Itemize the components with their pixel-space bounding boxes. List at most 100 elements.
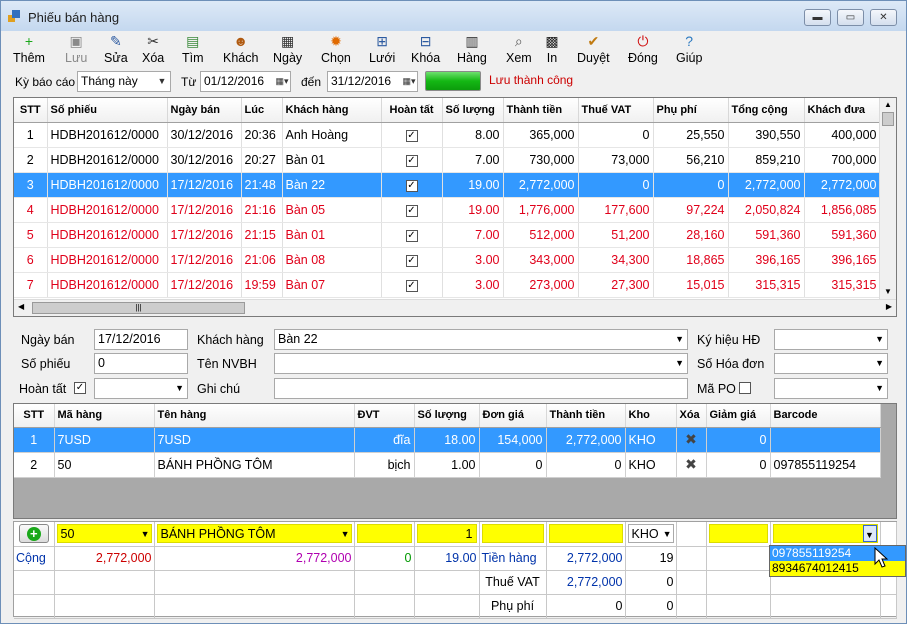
detail-column-header[interactable]: Giảm giá xyxy=(706,404,771,428)
invoice-form: Ngày bán 17/12/2016 Khách hàng Bàn 22 ▼ K… xyxy=(11,321,897,399)
period-select[interactable]: Tháng này ▼ xyxy=(77,71,171,92)
hoan-tat-cell: ✓ xyxy=(381,172,443,198)
toolbar-button-15[interactable]: ⏻ Đóng xyxy=(628,33,658,65)
ghi-chu-field[interactable] xyxy=(274,378,688,399)
so-hoa-don-select[interactable]: ▼ xyxy=(774,353,888,374)
scroll-thumb[interactable]: ||| xyxy=(32,302,245,314)
hoan-tat-select[interactable]: ▼ xyxy=(94,378,188,399)
detail-row[interactable]: 2 50 BÁNH PHỒNG TÔM bịch 1.00 0 0 KHO ✖ 0 09785511… xyxy=(14,452,881,478)
hoan-tat-checkbox[interactable]: ✓ xyxy=(405,205,418,217)
invoice-column-header[interactable]: Ngày bán xyxy=(167,98,242,123)
toolbar-button-16[interactable]: ? Giúp xyxy=(676,33,702,65)
detail-column-header[interactable]: Thành tiền xyxy=(546,404,626,428)
entry-ma-hang-select[interactable]: 50 ▼ xyxy=(56,524,152,544)
toolbar-button-label: Duyệt xyxy=(577,51,610,65)
chevron-down-icon[interactable]: ▼ xyxy=(862,525,877,543)
toolbar-button-14[interactable]: ✔ Duyệt xyxy=(577,33,610,65)
toolbar-button-7[interactable]: ▦ Ngày xyxy=(273,33,302,65)
add-line-button[interactable]: + xyxy=(18,524,49,544)
toolbar-button-4[interactable]: ✂ Xóa xyxy=(142,33,164,65)
invoice-row[interactable]: 1 HDBH201612/0000 30/12/2016 20:36 Anh Hoàng… xyxy=(14,122,881,148)
detail-column-header[interactable]: Xóa xyxy=(676,404,707,428)
invoice-cell-tong: 315,315 xyxy=(728,272,805,298)
detail-grid[interactable]: STT Mã hàng Tên hàng ĐVT Số lượng Đơn giá Thàn… xyxy=(13,403,897,519)
hoan-tat-checkbox[interactable]: ✓ xyxy=(405,130,418,142)
ngay-ban-field[interactable]: 17/12/2016 xyxy=(94,329,188,350)
invoice-column-header[interactable]: Số lượng xyxy=(442,98,504,123)
invoice-horizontal-scrollbar[interactable]: ◀ ||| ▶ xyxy=(14,299,896,316)
detail-column-header[interactable]: STT xyxy=(14,404,55,428)
close-button[interactable]: ✕ xyxy=(870,9,897,26)
delete-icon[interactable]: ✖ xyxy=(685,431,697,447)
invoice-row[interactable]: 2 HDBH201612/0000 30/12/2016 20:27 Bàn 01 ✓ 7.… xyxy=(14,147,881,173)
entry-giam-gia-field[interactable] xyxy=(708,524,768,544)
toolbar-button-3[interactable]: ✎ Sửa xyxy=(104,33,128,65)
detail-column-header[interactable]: Tên hàng xyxy=(154,404,355,428)
invoice-column-header[interactable]: Số phiếu xyxy=(47,98,168,123)
entry-kho-select[interactable]: KHO ▼ xyxy=(627,524,674,544)
invoice-column-header[interactable]: STT xyxy=(14,98,48,123)
toolbar-button-13[interactable]: ▩ In xyxy=(543,33,561,65)
invoice-row[interactable]: 6 HDBH201612/0000 17/12/2016 21:06 Bàn 08 ✓ 3.… xyxy=(14,247,881,273)
delete-icon[interactable]: ✖ xyxy=(685,456,697,472)
detail-row[interactable]: 1 7USD 7USD đĩa 18.00 154,000 2,772,000 KHO ✖ 0 xyxy=(14,427,881,453)
invoice-row[interactable]: 3 HDBH201612/0000 17/12/2016 21:48 Bàn 22 ✓ 19… xyxy=(14,172,881,198)
hoan-tat-checkbox[interactable]: ✓ xyxy=(405,280,418,292)
ma-po-checkbox[interactable] xyxy=(739,382,751,394)
toolbar-button-9[interactable]: ⊞ Lưới xyxy=(369,33,395,65)
to-label: đến xyxy=(301,75,322,89)
invoice-row[interactable]: 5 HDBH201612/0000 17/12/2016 21:15 Bàn 01 ✓ 7.… xyxy=(14,222,881,248)
entry-thanh-tien-field[interactable] xyxy=(548,524,623,544)
entry-dvt-field[interactable] xyxy=(356,524,412,544)
hoan-tat-checkbox[interactable]: ✓ xyxy=(405,155,418,167)
invoice-column-header[interactable]: Thuế VAT xyxy=(578,98,654,123)
to-date-picker[interactable]: 31/12/2016 ▦▾ xyxy=(327,71,418,92)
invoice-cell-khach-dua: 315,315 xyxy=(804,272,881,298)
invoice-vertical-scrollbar[interactable]: ▲ ▼ xyxy=(879,98,896,299)
invoice-column-header[interactable]: Khách đưa xyxy=(804,98,881,123)
entry-so-luong-field[interactable]: 1 xyxy=(416,524,477,544)
toolbar-button-5[interactable]: ▤ Tìm xyxy=(182,33,204,65)
toolbar-button-8[interactable]: ✹ Chọn xyxy=(321,33,351,65)
invoice-cell-so-phieu: HDBH201612/0000 xyxy=(47,247,168,273)
invoice-column-header[interactable]: Lúc xyxy=(241,98,283,123)
detail-column-header[interactable]: Số lượng xyxy=(414,404,480,428)
tien-hang-amount: 2,772,000 xyxy=(546,546,626,571)
ma-po-select[interactable]: ▼ xyxy=(774,378,888,399)
invoice-column-header[interactable]: Hoàn tất xyxy=(381,98,443,123)
detail-column-header[interactable]: Kho xyxy=(625,404,677,428)
detail-column-header[interactable]: Barcode xyxy=(770,404,881,428)
invoice-grid[interactable]: STT Số phiếu Ngày bán Lúc Khách hàng Hoàn tất… xyxy=(13,97,897,317)
invoice-column-header[interactable]: Thành tiền xyxy=(503,98,579,123)
khach-hang-select[interactable]: Bàn 22 ▼ xyxy=(274,329,688,350)
from-date-picker[interactable]: 01/12/2016 ▦▾ xyxy=(200,71,291,92)
detail-column-header[interactable]: ĐVT xyxy=(354,404,415,428)
toolbar-button-6[interactable]: ☻ Khách xyxy=(223,33,258,65)
so-phieu-field[interactable]: 0 xyxy=(94,353,188,374)
toolbar-button-12[interactable]: ⌕ Xem xyxy=(506,33,532,65)
ky-hieu-select[interactable]: ▼ xyxy=(774,329,888,350)
invoice-column-header[interactable]: Tổng cộng xyxy=(728,98,805,123)
entry-don-gia-field[interactable] xyxy=(481,524,544,544)
maximize-button[interactable]: ▭ xyxy=(837,9,864,26)
hoan-tat-checkbox[interactable]: ✓ xyxy=(405,255,418,267)
invoice-column-header[interactable]: Khách hàng xyxy=(282,98,382,123)
detail-column-header[interactable]: Đơn giá xyxy=(479,404,547,428)
entry-ten-hang-select[interactable]: BÁNH PHỒNG TÔM ▼ xyxy=(156,524,352,544)
toolbar-button-10[interactable]: ⊟ Khóa xyxy=(411,33,440,65)
minimize-button[interactable]: ▬ xyxy=(804,9,831,26)
toolbar-button-11[interactable]: ▥ Hàng xyxy=(457,33,487,65)
hoan-tat-checkbox[interactable]: ✓ xyxy=(405,180,418,192)
invoice-column-header[interactable]: Phụ phí xyxy=(653,98,729,123)
toolbar-button-2[interactable]: ▣ Lưu xyxy=(65,33,87,65)
invoice-row[interactable]: 7 HDBH201612/0000 17/12/2016 19:59 Bàn 07 ✓ 3.… xyxy=(14,272,881,298)
entry-barcode-select[interactable]: ▼ xyxy=(772,524,878,544)
invoice-row[interactable]: 4 HDBH201612/0000 17/12/2016 21:16 Bàn 05 ✓ 19… xyxy=(14,197,881,223)
delete-icon: ✂ xyxy=(147,33,159,49)
scroll-thumb[interactable] xyxy=(882,112,894,126)
hoan-tat-checkbox[interactable]: ✓ xyxy=(74,382,86,394)
detail-column-header[interactable]: Mã hàng xyxy=(54,404,155,428)
hoan-tat-checkbox[interactable]: ✓ xyxy=(405,230,418,242)
ten-nvbh-select[interactable]: ▼ xyxy=(274,353,688,374)
toolbar-button-1[interactable]: + Thêm xyxy=(13,33,45,65)
